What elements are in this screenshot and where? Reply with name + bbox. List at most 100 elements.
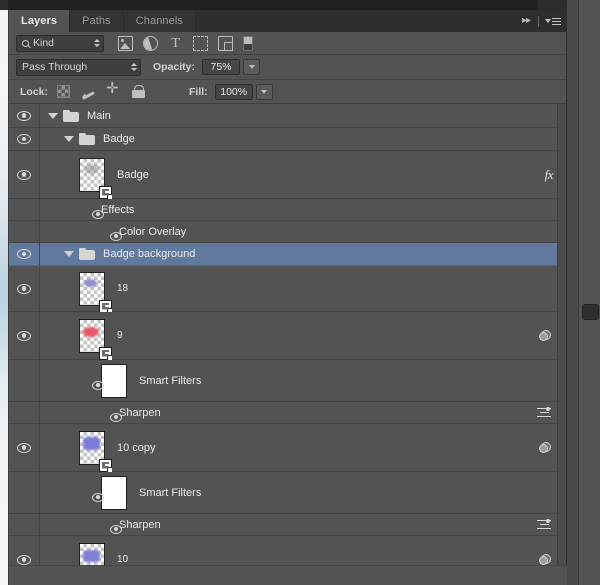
layer-row-body[interactable]: Smart Filters	[40, 360, 559, 401]
visibility-toggle-badge[interactable]	[9, 151, 40, 198]
panel-tab-tools: ▸▸	[521, 10, 566, 32]
layer-row-body[interactable]: 18	[40, 266, 559, 313]
eye-icon	[17, 134, 31, 144]
tab-layers[interactable]: Layers	[9, 10, 71, 32]
opacity-dropdown-button[interactable]	[243, 59, 261, 75]
panel-menu-icon[interactable]	[545, 17, 561, 25]
visibility-toggle-main[interactable]	[9, 104, 40, 127]
layer-name: Sharpen	[119, 518, 161, 531]
visibility-cell-10-copy-sharpen	[9, 514, 40, 535]
visibility-cell-color-overlay	[9, 221, 40, 242]
layer-row-body[interactable]: Badge	[40, 128, 559, 150]
smart-object-badge-icon	[99, 299, 112, 313]
right-dock-active-slot[interactable]	[582, 304, 599, 320]
layer-row-badge-group[interactable]: Badge	[9, 128, 559, 151]
blend-mode-row: Pass Through Opacity: 75%	[9, 55, 566, 80]
layer-thumbnail[interactable]	[79, 318, 112, 360]
layer-name: 18	[117, 283, 129, 294]
filter-kind-stepper[interactable]	[94, 39, 100, 47]
blend-mode-stepper[interactable]	[131, 63, 137, 71]
smart-filter-mask-thumbnail[interactable]	[101, 475, 127, 510]
layer-row-9[interactable]: 9	[9, 312, 566, 360]
layer-list-scrollbar[interactable]	[557, 104, 566, 585]
folder-icon	[79, 248, 95, 260]
layer-effects-fx-icon[interactable]: fx	[545, 167, 554, 183]
visibility-toggle-18[interactable]	[9, 266, 40, 311]
lock-image-pixels-icon[interactable]	[82, 85, 95, 98]
layer-row-body[interactable]: Badge	[40, 151, 559, 199]
photoshop-layers-panel-app: Layers Paths Channels ▸▸ Kind T Pass Thr…	[0, 0, 600, 585]
eye-icon	[17, 554, 31, 565]
fill-dropdown-button[interactable]	[255, 83, 273, 100]
layer-row-10-copy[interactable]: 10 copy	[9, 424, 566, 472]
layer-row-body[interactable]: Smart Filters	[40, 472, 559, 513]
visibility-toggle-badge-group[interactable]	[9, 128, 40, 150]
layer-row-body[interactable]: 9	[40, 312, 559, 360]
pixel-layer-filter-icon[interactable]	[118, 35, 133, 51]
filter-kind-select[interactable]: Kind	[16, 34, 104, 52]
visibility-cell-9-smart-filters	[9, 360, 40, 401]
eye-icon	[17, 283, 31, 294]
layer-name: 9	[117, 330, 123, 341]
smart-object-filter-icon[interactable]	[218, 35, 233, 51]
opacity-value[interactable]: 75%	[202, 59, 241, 75]
blend-mode-select[interactable]: Pass Through	[16, 58, 141, 76]
collapse-panel-icon[interactable]: ▸▸	[522, 16, 532, 26]
layer-row-10-copy-sharpen[interactable]: Sharpen	[9, 514, 559, 536]
visibility-toggle-10-copy[interactable]	[9, 424, 40, 471]
layers-panel: Layers Paths Channels ▸▸ Kind T Pass Thr…	[8, 10, 567, 585]
layer-row-body[interactable]: Sharpen	[40, 514, 559, 535]
chevron-down-icon	[248, 65, 255, 69]
group-expand-triangle-icon[interactable]	[64, 251, 74, 257]
filter-toggle-switch-icon[interactable]	[243, 35, 253, 51]
layer-row-badge-background[interactable]: Badge background	[9, 243, 559, 266]
eye-icon	[17, 169, 31, 180]
tab-channels[interactable]: Channels	[123, 10, 196, 32]
layer-row-body[interactable]: Main	[40, 104, 559, 127]
lock-position-icon[interactable]	[106, 81, 120, 98]
panel-bottom-bar	[9, 565, 567, 585]
layer-row-body[interactable]: Effects	[40, 199, 559, 220]
layer-row-body[interactable]: Sharpen	[40, 402, 559, 423]
filter-mask-icon[interactable]	[537, 406, 551, 418]
visibility-cell-9-sharpen	[9, 402, 40, 423]
right-dock-rail[interactable]	[566, 0, 600, 585]
smart-object-badge-icon	[99, 458, 112, 472]
layer-row-9-smart-filters[interactable]: Smart Filters	[9, 360, 559, 402]
right-dock-column	[578, 0, 600, 585]
visibility-toggle-badge-background[interactable]	[9, 243, 40, 265]
smart-filter-mask-thumbnail[interactable]	[101, 363, 127, 398]
layer-row-badge[interactable]: Badge fx	[9, 151, 566, 199]
layer-row-body[interactable]: Badge background	[40, 243, 559, 265]
layer-row-10-copy-smart-filters[interactable]: Smart Filters	[9, 472, 559, 514]
type-layer-filter-icon[interactable]: T	[168, 36, 183, 51]
layer-row-color-overlay[interactable]: Color Overlay	[9, 221, 559, 243]
layer-row-18[interactable]: 18	[9, 266, 559, 313]
layer-row-body[interactable]: 10 copy	[40, 424, 559, 472]
lock-all-icon[interactable]	[132, 85, 146, 98]
fill-value[interactable]: 100%	[214, 83, 253, 100]
visibility-toggle-9[interactable]	[9, 312, 40, 359]
layer-list[interactable]: Main Badge Badge fx Effects Color Overla…	[9, 104, 566, 585]
lock-transparent-pixels-icon[interactable]	[57, 85, 71, 98]
layer-thumbnail[interactable]	[79, 430, 112, 472]
layer-row-main[interactable]: Main	[9, 104, 559, 128]
layer-thumbnail[interactable]	[79, 157, 112, 199]
adjustment-layer-filter-icon[interactable]	[143, 35, 158, 51]
tab-paths[interactable]: Paths	[70, 10, 124, 32]
smart-filter-icon[interactable]	[539, 441, 553, 454]
layer-name: Badge background	[103, 248, 196, 260]
layer-row-9-sharpen[interactable]: Sharpen	[9, 402, 559, 424]
layer-row-body[interactable]: Color Overlay	[40, 221, 559, 242]
smart-filter-icon[interactable]	[539, 553, 553, 566]
filter-mask-icon[interactable]	[537, 518, 551, 530]
group-expand-triangle-icon[interactable]	[64, 136, 74, 142]
group-expand-triangle-icon[interactable]	[48, 112, 58, 119]
layer-row-effects[interactable]: Effects	[9, 199, 559, 221]
visibility-cell-10-copy-smart-filters	[9, 472, 40, 513]
layer-thumbnail[interactable]	[79, 271, 112, 313]
layer-name: Sharpen	[119, 406, 161, 419]
smart-filter-icon[interactable]	[539, 329, 553, 342]
layer-name: Badge	[103, 133, 135, 145]
shape-layer-filter-icon[interactable]	[193, 35, 208, 51]
